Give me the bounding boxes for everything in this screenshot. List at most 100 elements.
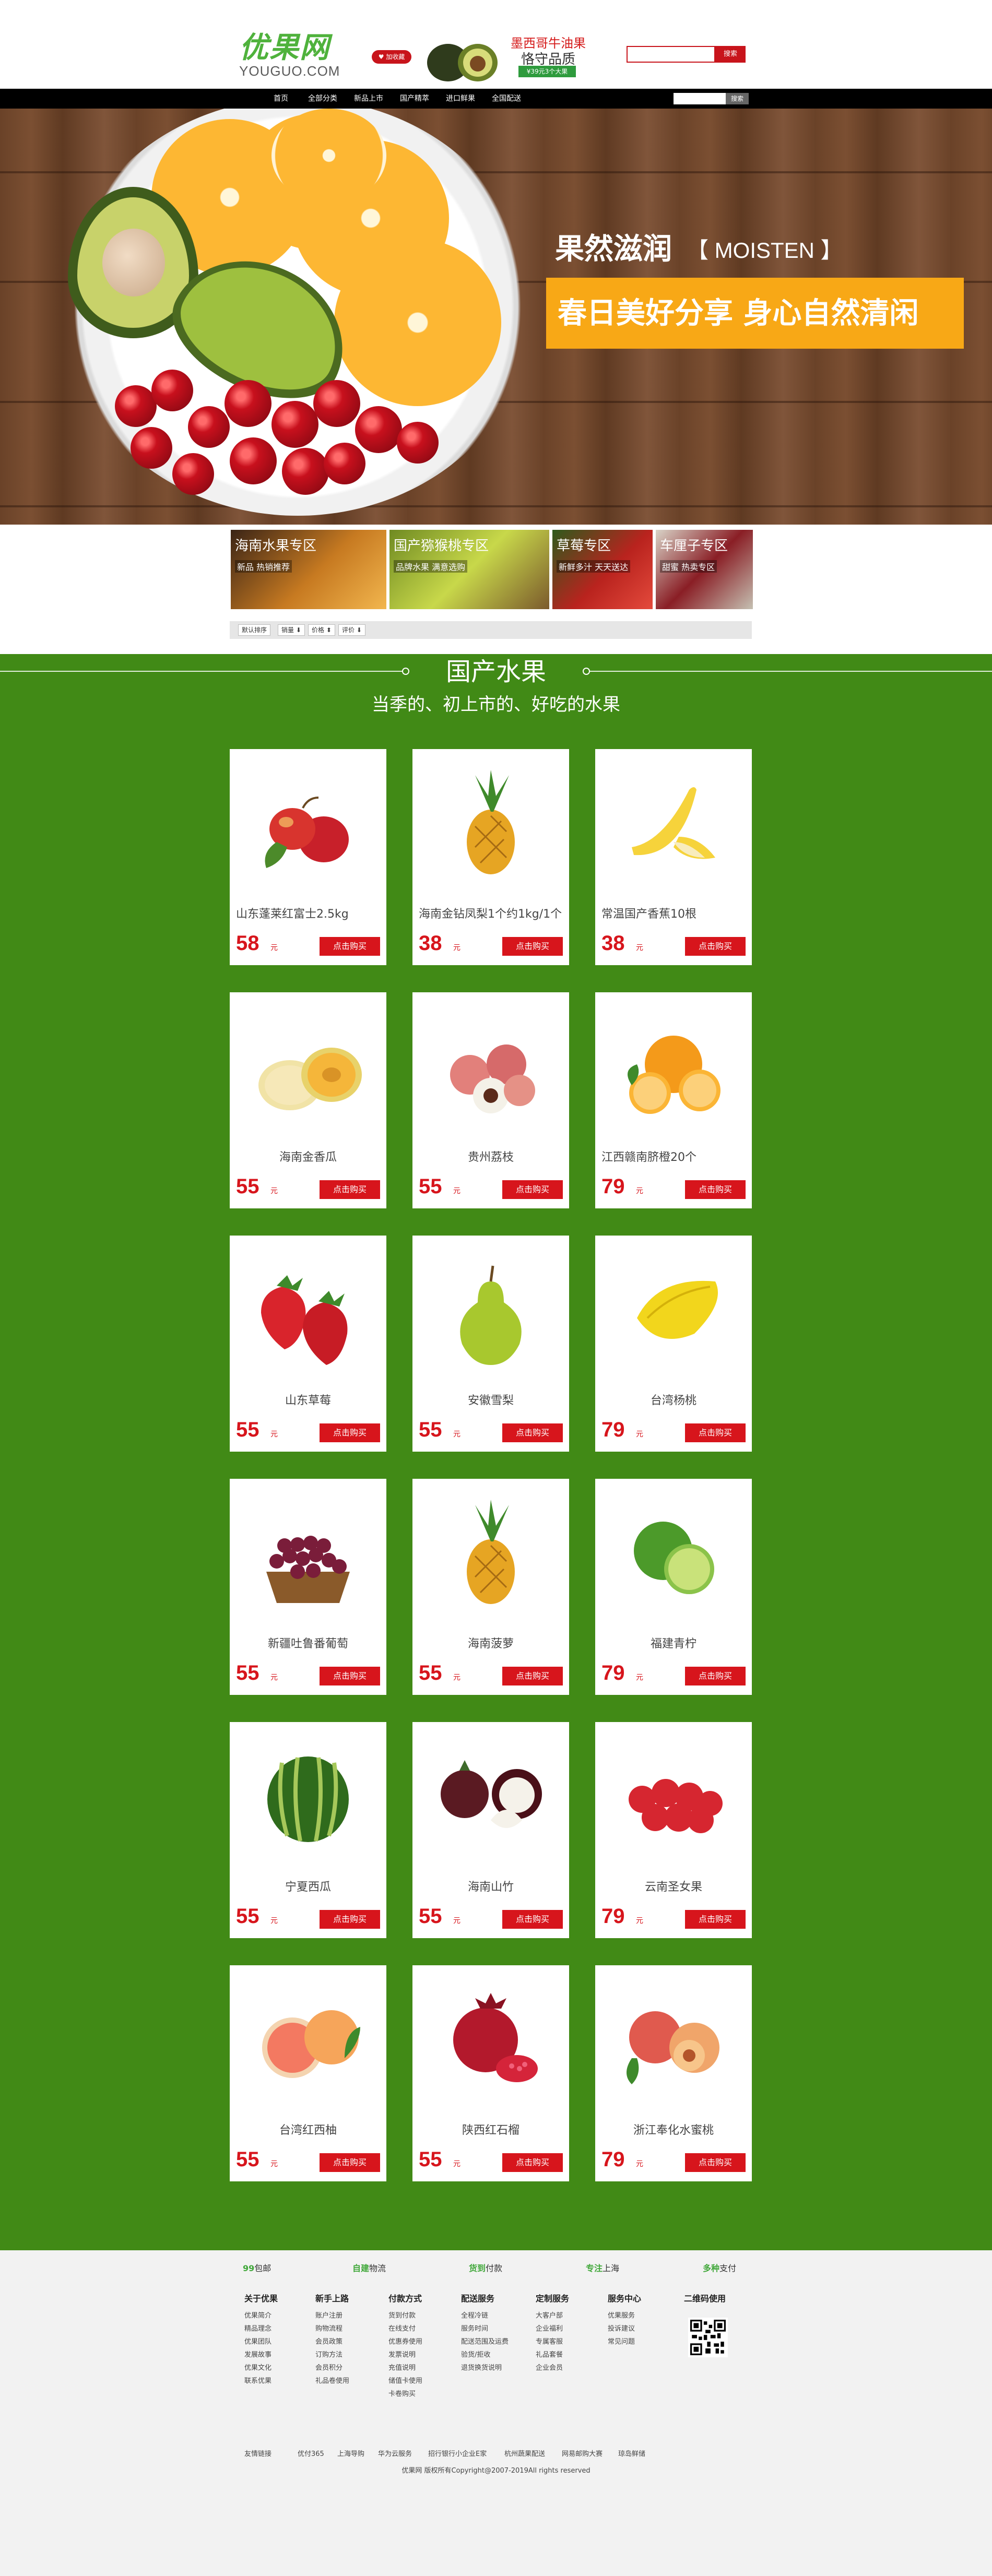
footer-link[interactable]: 货到付款 — [388, 2309, 451, 2322]
footer-link[interactable]: 购物流程 — [315, 2322, 378, 2335]
friend-link[interactable]: 琼岛鲜储 — [618, 2448, 645, 2458]
footer-link[interactable]: 验货/拒收 — [461, 2348, 524, 2361]
buy-button[interactable]: 点击购买 — [502, 1180, 563, 1199]
product-card[interactable]: 海南金钻凤梨1个约1kg/1个 38 元 点击购买 — [412, 749, 569, 965]
site-logo[interactable]: 优果网 YOUGUO.COM — [239, 31, 344, 84]
product-name[interactable]: 新疆吐鲁番葡萄 — [230, 1634, 386, 1651]
buy-button[interactable]: 点击购买 — [502, 1910, 563, 1929]
footer-link[interactable]: 精品理念 — [244, 2322, 307, 2335]
sort-rating[interactable]: 评价 ⬇ — [338, 624, 365, 636]
product-name[interactable]: 江西赣南脐橙20个 — [595, 1148, 752, 1165]
sort-price[interactable]: 价格 ⬍ — [308, 624, 335, 636]
product-card[interactable]: 江西赣南脐橙20个 79 元 点击购买 — [595, 992, 752, 1208]
buy-button[interactable]: 点击购买 — [320, 937, 380, 956]
footer-link[interactable]: 退货换货说明 — [461, 2361, 524, 2375]
buy-button[interactable]: 点击购买 — [502, 2153, 563, 2172]
search-button[interactable]: 搜索 — [715, 46, 746, 63]
sort-sales[interactable]: 销量 ⬇ — [278, 624, 305, 636]
buy-button[interactable]: 点击购买 — [320, 2153, 380, 2172]
pineapple-icon[interactable] — [428, 1493, 553, 1608]
footer-link[interactable]: 优果团队 — [244, 2335, 307, 2348]
buy-button[interactable]: 点击购买 — [685, 2153, 746, 2172]
nav-item-new[interactable]: 新品上市 — [354, 89, 383, 109]
nav-item-domestic[interactable]: 国产精萃 — [400, 89, 429, 109]
buy-button[interactable]: 点击购买 — [685, 1667, 746, 1685]
footer-link[interactable]: 企业福利 — [536, 2322, 598, 2335]
product-name[interactable]: 安徽雪梨 — [412, 1391, 569, 1408]
nav-search-input[interactable] — [674, 93, 726, 104]
footer-link[interactable]: 卡卷购买 — [388, 2388, 451, 2401]
grapefruit-icon[interactable] — [245, 1980, 371, 2095]
friend-link[interactable]: 招行银行小企业E家 — [428, 2448, 487, 2458]
footer-link[interactable]: 储值卡使用 — [388, 2375, 451, 2388]
buy-button[interactable]: 点击购买 — [320, 1910, 380, 1929]
footer-link[interactable]: 礼品卷使用 — [315, 2375, 378, 2388]
product-card[interactable]: 新疆吐鲁番葡萄 55 元 点击购买 — [230, 1479, 386, 1695]
search-input[interactable] — [627, 46, 715, 63]
apple-icon[interactable] — [245, 764, 371, 879]
category-strawberry[interactable]: 草莓专区 新鲜多汁 天天送达 — [552, 530, 653, 609]
footer-link[interactable]: 在线支付 — [388, 2322, 451, 2335]
footer-link[interactable]: 专属客服 — [536, 2335, 598, 2348]
category-hainan[interactable]: 海南水果专区 新品 热销推荐 — [231, 530, 386, 609]
footer-link[interactable]: 发票说明 — [388, 2348, 451, 2361]
product-name[interactable]: 海南金香瓜 — [230, 1148, 386, 1165]
category-cherry[interactable]: 车厘子专区 甜蜜 热卖专区 — [656, 530, 753, 609]
footer-link[interactable]: 大客户部 — [536, 2309, 598, 2322]
product-card[interactable]: 宁夏西瓜 55 元 点击购买 — [230, 1722, 386, 1938]
product-name[interactable]: 山东蓬莱红富士2.5kg — [230, 905, 386, 921]
buy-button[interactable]: 点击购买 — [320, 1667, 380, 1685]
product-name[interactable]: 山东草莓 — [230, 1391, 386, 1408]
pineapple-icon[interactable] — [428, 764, 553, 879]
product-name[interactable]: 浙江奉化水蜜桃 — [595, 2121, 752, 2138]
buy-button[interactable]: 点击购买 — [685, 1423, 746, 1442]
footer-link[interactable]: 常见问题 — [608, 2335, 670, 2348]
footer-link[interactable]: 企业会员 — [536, 2361, 598, 2375]
grape-icon[interactable] — [245, 1493, 371, 1608]
footer-link[interactable]: 服务时间 — [461, 2322, 524, 2335]
watermelon-icon[interactable] — [245, 1737, 371, 1851]
mangosteen-icon[interactable] — [428, 1737, 553, 1851]
tomato-icon[interactable] — [611, 1737, 736, 1851]
pear-icon[interactable] — [428, 1250, 553, 1365]
product-name[interactable]: 福建青柠 — [595, 1634, 752, 1651]
buy-button[interactable]: 点击购买 — [320, 1423, 380, 1442]
footer-link[interactable]: 发展故事 — [244, 2348, 307, 2361]
banana-icon[interactable] — [611, 764, 736, 879]
friend-link[interactable]: 华为云服务 — [378, 2448, 412, 2458]
footer-link[interactable]: 优果简介 — [244, 2309, 307, 2322]
avocado-promo-icon[interactable] — [419, 32, 503, 85]
product-card[interactable]: 台湾红西柚 55 元 点击购买 — [230, 1965, 386, 2181]
friend-link[interactable]: 网易邮购大赛 — [562, 2448, 603, 2458]
product-name[interactable]: 贵州荔枝 — [412, 1148, 569, 1165]
friend-link[interactable]: 杭州蔬果配送 — [504, 2448, 545, 2458]
product-card[interactable]: 台湾杨桃 79 元 点击购买 — [595, 1236, 752, 1452]
product-name[interactable]: 台湾杨桃 — [595, 1391, 752, 1408]
peach-icon[interactable] — [611, 1980, 736, 2095]
product-card[interactable]: 常温国产香蕉10根 38 元 点击购买 — [595, 749, 752, 965]
nav-search-button[interactable]: 搜索 — [726, 93, 749, 104]
product-name[interactable]: 陕西红石榴 — [412, 2121, 569, 2138]
buy-button[interactable]: 点击购买 — [685, 937, 746, 956]
product-card[interactable]: 陕西红石榴 55 元 点击购买 — [412, 1965, 569, 2181]
product-card[interactable]: 贵州荔枝 55 元 点击购买 — [412, 992, 569, 1208]
buy-button[interactable]: 点击购买 — [685, 1910, 746, 1929]
buy-button[interactable]: 点击购买 — [320, 1180, 380, 1199]
buy-button[interactable]: 点击购买 — [502, 1423, 563, 1442]
product-name[interactable]: 云南圣女果 — [595, 1878, 752, 1894]
lime-icon[interactable] — [611, 1493, 736, 1608]
product-name[interactable]: 宁夏西瓜 — [230, 1878, 386, 1894]
footer-link[interactable]: 优果服务 — [608, 2309, 670, 2322]
friend-link[interactable]: 优付365 — [298, 2448, 324, 2458]
product-name[interactable]: 海南山竹 — [412, 1878, 569, 1894]
nav-item-all-categories[interactable]: 全部分类 — [308, 89, 337, 109]
product-card[interactable]: 安徽雪梨 55 元 点击购买 — [412, 1236, 569, 1452]
footer-link[interactable]: 订购方法 — [315, 2348, 378, 2361]
product-card[interactable]: 海南菠萝 55 元 点击购买 — [412, 1479, 569, 1695]
product-card[interactable]: 山东蓬莱红富士2.5kg 58 元 点击购买 — [230, 749, 386, 965]
footer-link[interactable]: 会员积分 — [315, 2361, 378, 2375]
lychee-icon[interactable] — [428, 1007, 553, 1122]
melon-icon[interactable] — [245, 1007, 371, 1122]
buy-button[interactable]: 点击购买 — [685, 1180, 746, 1199]
footer-link[interactable]: 优果文化 — [244, 2361, 307, 2375]
